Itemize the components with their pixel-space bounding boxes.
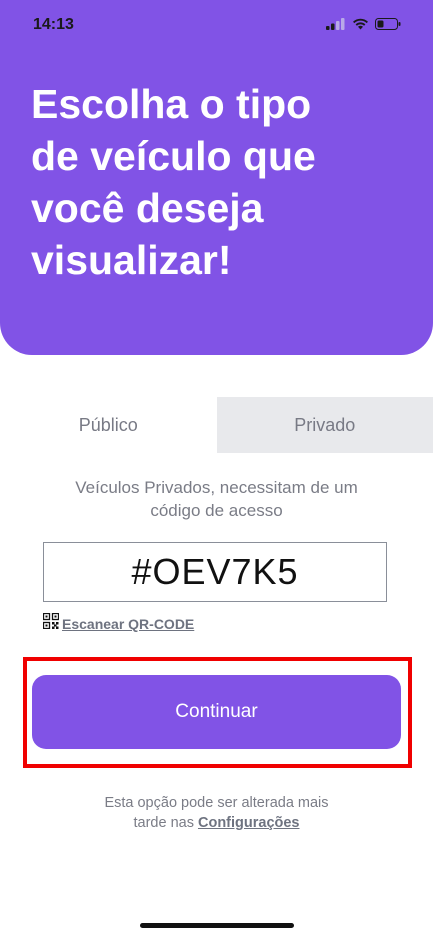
settings-link[interactable]: Configurações xyxy=(198,815,300,831)
home-indicator xyxy=(140,923,294,928)
footer-prefix: tarde nas xyxy=(133,815,198,831)
header-banner: 14:13 Escolha o tipo de veículo que você… xyxy=(0,0,433,355)
tab-publico[interactable]: Público xyxy=(0,397,217,453)
hint-line: Veículos Privados, necessitam de um xyxy=(75,478,358,497)
status-time: 14:13 xyxy=(33,16,74,33)
cellular-signal-icon xyxy=(326,17,346,35)
settings-note: Esta opção pode ser alterada mais tarde … xyxy=(40,793,393,833)
scan-qr-label[interactable]: Escanear QR-CODE xyxy=(62,616,194,632)
wifi-icon xyxy=(352,17,369,35)
status-bar: 14:13 xyxy=(0,0,433,50)
footer-line: Esta opção pode ser alterada mais xyxy=(104,795,329,811)
title-line: Escolha o tipo xyxy=(31,81,312,127)
vehicle-type-tabs: Público Privado xyxy=(0,397,433,453)
scan-qr-link[interactable]: Escanear QR-CODE xyxy=(42,612,194,634)
title-line: você deseja xyxy=(31,185,264,231)
battery-icon xyxy=(375,17,401,35)
title-line: de veículo que xyxy=(31,133,316,179)
qr-code-icon xyxy=(42,612,60,634)
tab-privado[interactable]: Privado xyxy=(216,397,433,453)
access-code-input[interactable]: #OEV7K5 xyxy=(43,542,387,602)
page-title: Escolha o tipo de veículo que você desej… xyxy=(31,78,411,286)
hint-line: código de acesso xyxy=(150,501,283,520)
continue-button[interactable]: Continuar xyxy=(32,675,401,749)
status-icons xyxy=(326,17,401,35)
title-line: visualizar! xyxy=(31,237,232,283)
access-code-hint: Veículos Privados, necessitam de um códi… xyxy=(40,476,393,522)
